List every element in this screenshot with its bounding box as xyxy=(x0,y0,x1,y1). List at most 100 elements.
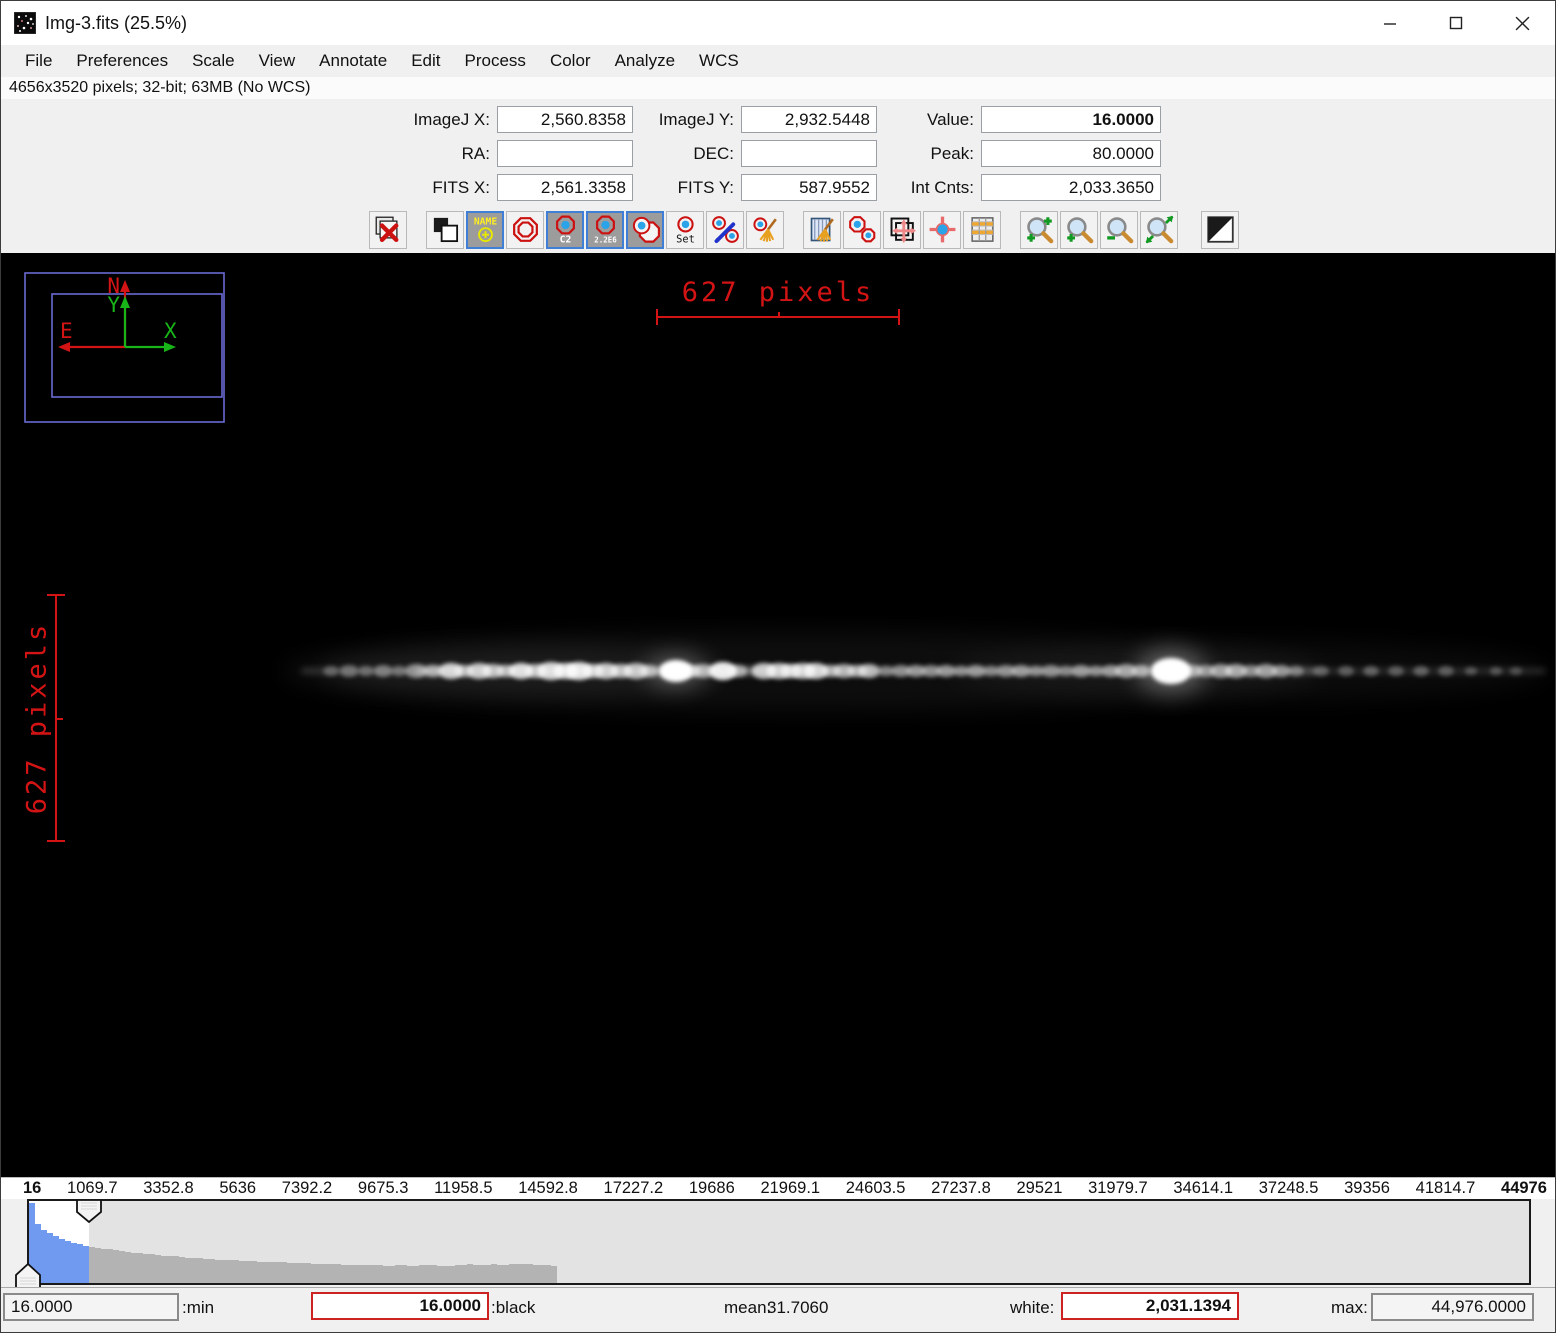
mean-label: mean: xyxy=(724,1298,771,1318)
app-window: Img-3.fits (25.5%) FilePreferencesScaleV… xyxy=(0,0,1556,1333)
sweep-aperture-icon xyxy=(750,214,781,245)
histogram-tick-41814.7: 41814.7 xyxy=(1416,1179,1476,1198)
min-value-field[interactable]: 16.0000 xyxy=(3,1293,179,1321)
minimize-icon xyxy=(1383,16,1397,30)
fits-x-field[interactable]: 2,561.3358 xyxy=(497,174,633,201)
histogram-tick-5636: 5636 xyxy=(219,1179,256,1198)
menu-item-preferences[interactable]: Preferences xyxy=(64,48,180,74)
menu-item-scale[interactable]: Scale xyxy=(180,48,247,74)
invert-lut-button[interactable] xyxy=(1201,211,1239,249)
max-label: max: xyxy=(1331,1298,1368,1318)
peak-label: Peak: xyxy=(877,140,981,167)
black-point-slider[interactable] xyxy=(15,1263,41,1290)
histogram-tick-24603.5: 24603.5 xyxy=(846,1179,906,1198)
imagej-x-field[interactable]: 2,560.8358 xyxy=(497,106,633,133)
horizontal-scale-label: 627 pixels xyxy=(656,277,900,308)
multi-aperture-button[interactable] xyxy=(843,211,881,249)
name-aperture-icon: NAME xyxy=(470,214,501,245)
zoom-in-fast-button[interactable] xyxy=(1020,211,1058,249)
white-point-slider[interactable] xyxy=(76,1200,102,1223)
zoom-in-button[interactable] xyxy=(1060,211,1098,249)
menu-item-file[interactable]: File xyxy=(13,48,64,74)
close-button[interactable] xyxy=(1489,1,1555,45)
horizontal-scale-ruler: 627 pixels xyxy=(656,277,900,325)
zoom-fit-button[interactable] xyxy=(1140,211,1178,249)
peak-field[interactable]: 80.0000 xyxy=(981,140,1161,167)
histogram-tick-1069.7: 1069.7 xyxy=(67,1179,117,1198)
fits-y-label: FITS Y: xyxy=(633,174,741,201)
align-stack-button[interactable] xyxy=(883,211,921,249)
centroid-button[interactable] xyxy=(923,211,961,249)
zoom-in-fast-icon xyxy=(1024,214,1055,245)
value-label: Value: xyxy=(877,106,981,133)
c2-aperture-button[interactable]: C2 xyxy=(546,211,584,249)
menu-item-color[interactable]: Color xyxy=(538,48,603,74)
labeled-aperture-icon: C2 xyxy=(550,214,581,245)
counts-aperture-button[interactable]: 2.2E6 xyxy=(586,211,624,249)
svg-text:2.2E6: 2.2E6 xyxy=(594,235,617,244)
int-cnts-field[interactable]: 2,033.3650 xyxy=(981,174,1161,201)
maximize-button[interactable] xyxy=(1423,1,1489,45)
max-value-field[interactable]: 44,976.0000 xyxy=(1371,1293,1534,1321)
black-point-field[interactable]: 16.0000 xyxy=(311,1292,489,1320)
fits-y-field[interactable]: 587.9552 xyxy=(741,174,877,201)
zoom-in-icon xyxy=(1064,214,1095,245)
histogram-tick-7392.2: 7392.2 xyxy=(282,1179,332,1198)
histogram-tick-16: 16 xyxy=(23,1179,41,1198)
titlebar: Img-3.fits (25.5%) xyxy=(1,1,1555,45)
vertical-scale-ruler: 627 pixels xyxy=(1,589,81,847)
set-aperture-icon: Set xyxy=(670,214,701,245)
menu-item-annotate[interactable]: Annotate xyxy=(307,48,399,74)
readout-panel: ImageJ X:2,560.8358ImageJ Y:2,932.5448Va… xyxy=(1,99,1555,206)
histogram-box[interactable] xyxy=(27,1199,1531,1285)
histogram-tick-44976: 44976 xyxy=(1501,1179,1547,1198)
image-info-line: 4656x3520 pixels; 32-bit; 63MB (No WCS) xyxy=(1,77,1555,99)
clear-table-button[interactable] xyxy=(803,211,841,249)
set-aperture-button[interactable]: Set xyxy=(666,211,704,249)
value-field[interactable]: 16.0000 xyxy=(981,106,1161,133)
two-apertures-icon xyxy=(847,214,878,245)
histogram-tick-3352.8: 3352.8 xyxy=(143,1179,193,1198)
edit-apertures-button[interactable] xyxy=(706,211,744,249)
image-canvas[interactable]: N Y E X 627 pixels 627 pixels xyxy=(1,253,1555,1177)
histogram-tick-29521: 29521 xyxy=(1016,1179,1062,1198)
dec-label: DEC: xyxy=(633,140,741,167)
annulus-button[interactable] xyxy=(506,211,544,249)
bw-squares-icon xyxy=(430,214,461,245)
zoom-fit-icon xyxy=(1144,214,1175,245)
histogram-tick-17227.2: 17227.2 xyxy=(604,1179,664,1198)
menu-item-view[interactable]: View xyxy=(247,48,308,74)
svg-text:C2: C2 xyxy=(559,234,571,245)
labeled-aperture-icon: 2.2E6 xyxy=(590,214,621,245)
clear-overlay-button[interactable] xyxy=(626,211,664,249)
svg-text:NAME: NAME xyxy=(473,216,496,227)
black-label: :black xyxy=(491,1298,535,1318)
dec-field[interactable] xyxy=(741,140,877,167)
imagej-y-label: ImageJ Y: xyxy=(633,106,741,133)
name-aperture-button[interactable]: NAME xyxy=(466,211,504,249)
imagej-y-field[interactable]: 2,932.5448 xyxy=(741,106,877,133)
zoom-out-button[interactable] xyxy=(1100,211,1138,249)
edit-apertures-icon xyxy=(710,214,741,245)
minimize-button[interactable] xyxy=(1357,1,1423,45)
histogram-tick-27237.8: 27237.8 xyxy=(931,1179,991,1198)
menu-item-wcs[interactable]: WCS xyxy=(687,48,751,74)
app-icon xyxy=(14,12,36,34)
centroid-icon xyxy=(927,214,958,245)
histogram-tick-14592.8: 14592.8 xyxy=(518,1179,578,1198)
measurements-table-button[interactable] xyxy=(963,211,1001,249)
histogram-tick-37248.5: 37248.5 xyxy=(1259,1179,1319,1198)
invert-bw-button[interactable] xyxy=(426,211,464,249)
histogram-tick-row: 161069.73352.856367392.29675.311958.5145… xyxy=(1,1177,1555,1199)
ra-field[interactable] xyxy=(497,140,633,167)
menu-item-process[interactable]: Process xyxy=(453,48,538,74)
delete-apertures-button[interactable] xyxy=(746,211,784,249)
histogram-tick-31979.7: 31979.7 xyxy=(1088,1179,1148,1198)
close-all-images-button[interactable] xyxy=(369,211,407,249)
menu-item-analyze[interactable]: Analyze xyxy=(603,48,687,74)
min-label: :min xyxy=(182,1298,214,1318)
maximize-icon xyxy=(1449,16,1463,30)
histogram-tick-34614.1: 34614.1 xyxy=(1173,1179,1233,1198)
white-point-field[interactable]: 2,031.1394 xyxy=(1061,1292,1239,1320)
menu-item-edit[interactable]: Edit xyxy=(399,48,452,74)
